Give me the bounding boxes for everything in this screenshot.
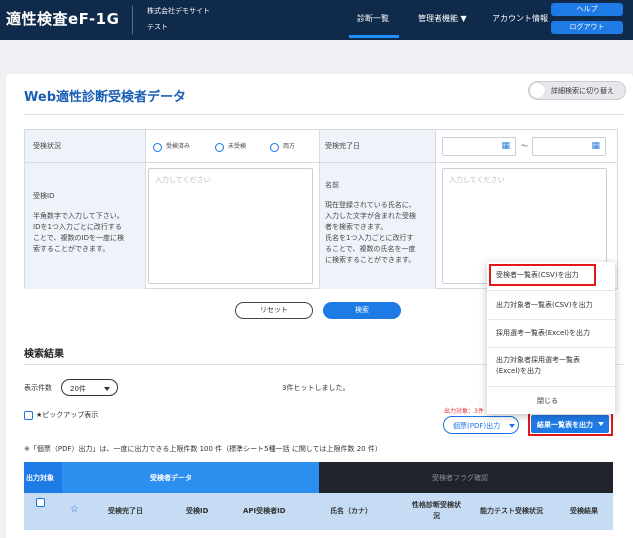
form-row-divider: [25, 162, 617, 163]
radio-taken-label: 受検済み: [166, 143, 191, 150]
radio-not-taken[interactable]: [215, 143, 224, 152]
toggle-label: 詳細検索に切り替え: [551, 87, 614, 95]
nav-admin-menu[interactable]: 管理者機能 ▼: [418, 13, 467, 24]
name-placeholder: 入力してください: [449, 176, 505, 184]
hit-count: 3件ヒットしました。: [282, 384, 350, 392]
id-help-text: 半角数字で入力して下さい。 IDを1つ入力ごとに改行する ことで、複数のIDを一…: [33, 212, 124, 253]
name-help-text: 現在登録されている氏名に、 入力した文字が含まれた受検 者を検索できます。 氏名…: [325, 201, 416, 264]
menu-divider: [487, 386, 615, 387]
date-to-input[interactable]: ▦: [532, 137, 606, 156]
form-col-divider: [435, 130, 436, 288]
col-complete-date[interactable]: 受検完了日: [108, 506, 143, 516]
col-name-kana[interactable]: 氏名（カナ）: [330, 506, 372, 516]
nav-account-info[interactable]: アカウント情報: [492, 13, 548, 24]
calendar-icon: ▦: [591, 141, 600, 151]
pickup-label: ★ピックアップ表示: [36, 411, 99, 419]
menu-item-excel-target[interactable]: 出力対象者採用選考一覧表 (Excel)を出力: [496, 355, 580, 377]
detail-search-toggle[interactable]: 詳細検索に切り替え: [528, 81, 626, 100]
per-page-value: 20件: [70, 385, 86, 393]
col-result[interactable]: 受検結果: [570, 506, 598, 516]
header-divider: [132, 6, 133, 34]
nav-active-indicator: [349, 35, 399, 38]
nav-diagnosis-list[interactable]: 診断一覧: [357, 13, 389, 24]
pickup-checkbox[interactable]: [24, 411, 33, 420]
table-body-top: [24, 530, 613, 538]
results-title: 検索結果: [24, 349, 64, 360]
form-col-divider: [319, 130, 320, 288]
company-name: 株式会社デモサイト: [147, 7, 210, 15]
menu-close[interactable]: 閉じる: [537, 396, 558, 407]
date-from-input[interactable]: ▦: [442, 137, 516, 156]
radio-taken[interactable]: [153, 143, 162, 152]
output-count: 出力対象：3件: [444, 408, 484, 415]
radio-both-label: 両方: [283, 143, 296, 150]
menu-item-csv-target[interactable]: 出力対象者一覧表(CSV)を出力: [496, 300, 593, 311]
per-page-label: 表示件数: [24, 384, 52, 392]
id-textarea[interactable]: 入力してください: [148, 168, 313, 284]
menu-divider: [487, 290, 615, 291]
th-data-label: 受検者データ: [150, 474, 192, 482]
id-label: 受検ID: [33, 192, 55, 200]
logout-button[interactable]: ログアウト: [551, 21, 623, 34]
title-divider: [24, 114, 624, 115]
search-button[interactable]: 検索: [323, 302, 401, 319]
per-page-select[interactable]: 20件: [61, 379, 118, 396]
complete-date-label: 受検完了日: [325, 142, 360, 150]
company-subtitle: テスト: [147, 23, 168, 31]
menu-item-excel-all[interactable]: 採用選考一覧表(Excel)を出力: [496, 328, 590, 339]
th-output-label: 出力対象: [26, 474, 54, 482]
page-title: Web適性診断受検者データ: [24, 90, 186, 105]
chevron-down-icon: [509, 424, 515, 428]
col-ability-status[interactable]: 能力テスト受検状況: [480, 506, 543, 516]
form-col-divider: [145, 130, 146, 288]
pdf-limit-note: ※「個票（PDF）出力」は、一度に出力できる上限件数 100 件（標準シート5種…: [24, 445, 382, 453]
radio-both[interactable]: [270, 143, 279, 152]
toggle-knob: [530, 83, 545, 98]
menu-divider: [487, 319, 615, 320]
pdf-export-label: 個票(PDF)出力: [453, 422, 501, 430]
pdf-export-button[interactable]: 個票(PDF)出力: [443, 416, 519, 434]
th-flag-label: 受検者フラグ確認: [432, 474, 488, 482]
status-label: 受検状況: [33, 142, 61, 150]
help-button[interactable]: ヘルプ: [551, 3, 623, 16]
reset-button[interactable]: リセット: [235, 302, 313, 319]
radio-not-taken-label: 未受検: [228, 143, 247, 150]
export-button-highlight: [528, 412, 613, 436]
chevron-down-icon: [104, 387, 110, 391]
calendar-icon: ▦: [501, 141, 510, 151]
menu-divider: [487, 347, 615, 348]
name-label: 名前: [325, 181, 339, 189]
app-logo[interactable]: 適性検査eF-1G: [6, 8, 119, 29]
menu-item-highlight: [489, 264, 596, 286]
col-personality-status[interactable]: 性格診断受検状 況: [412, 500, 461, 522]
date-range-separator: 〜: [521, 142, 528, 150]
select-all-checkbox[interactable]: [36, 498, 45, 507]
id-placeholder: 入力してください: [155, 176, 211, 184]
col-exam-id[interactable]: 受検ID: [186, 506, 208, 516]
star-icon[interactable]: ☆: [70, 504, 79, 515]
col-api-id[interactable]: API受検者ID: [243, 506, 286, 516]
